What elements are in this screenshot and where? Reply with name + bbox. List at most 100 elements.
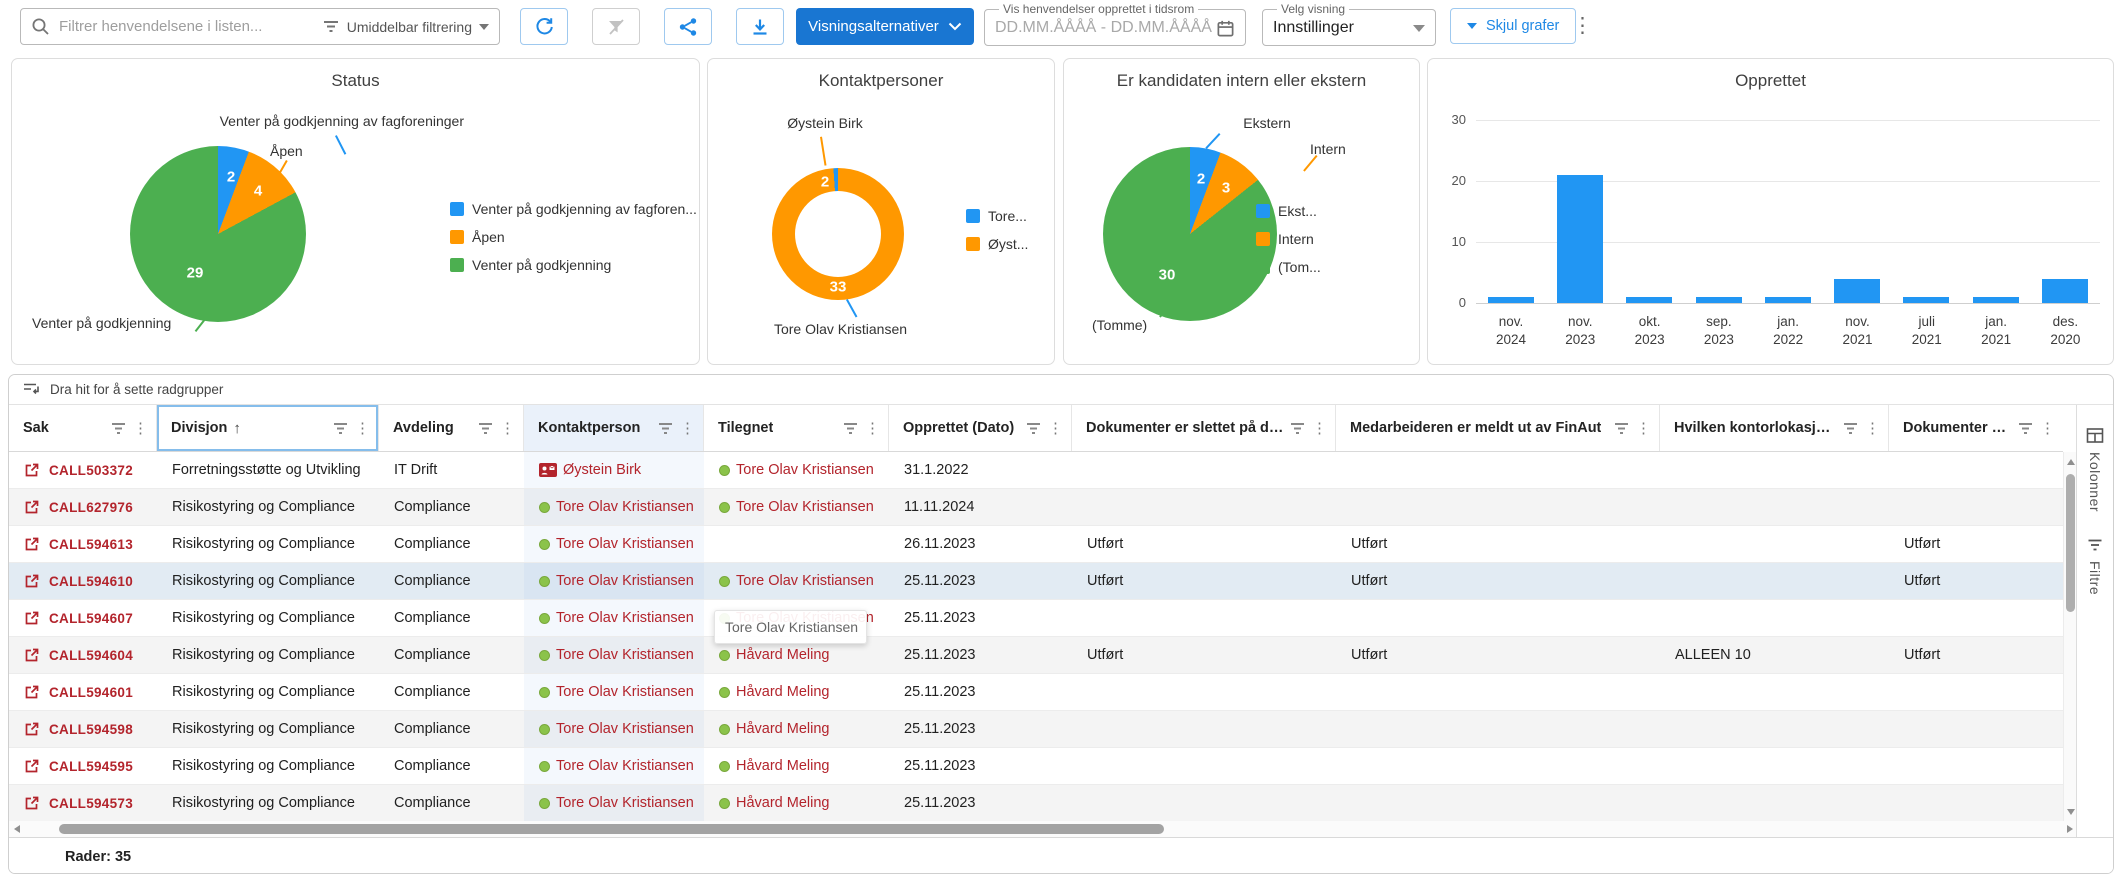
column-header-sak[interactable]: Sak⋮ [9, 405, 157, 451]
table-row-CALL594607[interactable]: CALL594607Risikostyring og ComplianceCom… [9, 600, 2063, 637]
column-menu-icon[interactable]: ⋮ [1312, 419, 1327, 437]
column-filter-icon[interactable] [659, 423, 673, 434]
cell-kontaktperson[interactable]: Tore Olav Kristiansen [524, 526, 704, 562]
table-row-CALL594613[interactable]: CALL594613Risikostyring og ComplianceCom… [9, 526, 2063, 563]
bar-nov.-2021[interactable] [1834, 279, 1880, 303]
legend-item[interactable]: Øyst... [966, 234, 1028, 254]
scroll-down-icon[interactable] [2067, 809, 2075, 815]
person-link[interactable]: Håvard Meling [736, 684, 830, 700]
row-group-dropzone[interactable]: Dra hit for å sette radgrupper [9, 375, 2113, 405]
person-link[interactable]: Tore Olav Kristiansen [556, 684, 694, 700]
calendar-icon[interactable] [1216, 19, 1235, 38]
table-row-CALL594601[interactable]: CALL594601Risikostyring og ComplianceCom… [9, 674, 2063, 711]
cell-sak[interactable]: CALL594573 [9, 785, 157, 821]
person-link[interactable]: Tore Olav Kristiansen [736, 499, 874, 515]
download-button[interactable] [736, 8, 784, 45]
intern-extern-pie-chart[interactable] [1103, 147, 1277, 321]
case-link[interactable]: CALL627976 [49, 500, 133, 515]
clear-filter-button[interactable] [592, 8, 640, 45]
column-menu-icon[interactable]: ⋮ [1048, 419, 1063, 437]
person-link[interactable]: Tore Olav Kristiansen [736, 462, 874, 478]
columns-tool-button[interactable]: Kolonner [2086, 427, 2104, 512]
table-row-CALL594573[interactable]: CALL594573Risikostyring og ComplianceCom… [9, 785, 2063, 821]
column-header-opprettet[interactable]: Opprettet (Dato)⋮ [889, 405, 1072, 451]
column-filter-icon[interactable] [844, 423, 858, 434]
cell-kontaktperson[interactable]: Tore Olav Kristiansen [524, 785, 704, 821]
column-filter-icon[interactable] [1027, 423, 1041, 434]
column-menu-icon[interactable]: ⋮ [680, 419, 695, 437]
bar-jan.-2021[interactable] [1973, 297, 2019, 303]
column-header-kontorlokasjon[interactable]: Hvilken kontorlokasjon s...⋮ [1660, 405, 1889, 451]
case-link[interactable]: CALL594607 [49, 611, 133, 626]
view-select-field[interactable]: Velg visning Innstillinger [1262, 2, 1436, 46]
bar-sep.-2023[interactable] [1696, 297, 1742, 303]
cell-tilegnet[interactable]: Håvard Meling [704, 785, 889, 821]
column-filter-icon[interactable] [334, 423, 348, 434]
person-link[interactable]: Håvard Meling [736, 758, 830, 774]
column-header-avdeling[interactable]: Avdeling⋮ [379, 405, 524, 451]
cell-sak[interactable]: CALL594604 [9, 637, 157, 673]
case-link[interactable]: CALL594573 [49, 796, 133, 811]
person-link[interactable]: Tore Olav Kristiansen [736, 573, 874, 589]
column-filter-icon[interactable] [479, 423, 493, 434]
date-range-field[interactable]: Vis henvendelser opprettet i tidsrom DD.… [984, 2, 1246, 46]
scroll-up-icon[interactable] [2067, 459, 2075, 465]
person-link[interactable]: Håvard Meling [736, 647, 830, 663]
cell-tilegnet[interactable]: Håvard Meling [704, 748, 889, 784]
table-row-CALL627976[interactable]: CALL627976Risikostyring og ComplianceCom… [9, 489, 2063, 526]
table-row-CALL594598[interactable]: CALL594598Risikostyring og ComplianceCom… [9, 711, 2063, 748]
cell-kontaktperson[interactable]: Tore Olav Kristiansen [524, 637, 704, 673]
more-options-menu[interactable]: ⋮ [1572, 12, 1593, 40]
bar-nov.-2023[interactable] [1557, 175, 1603, 303]
column-filter-icon[interactable] [2019, 423, 2033, 434]
bar-nov.-2024[interactable] [1488, 297, 1534, 303]
cell-kontaktperson[interactable]: Tore Olav Kristiansen [524, 748, 704, 784]
cell-kontaktperson[interactable]: Øystein Birk [524, 452, 704, 488]
person-link[interactable]: Håvard Meling [736, 795, 830, 811]
bar-des.-2020[interactable] [2042, 279, 2088, 303]
cell-sak[interactable]: CALL594598 [9, 711, 157, 747]
table-row-CALL594595[interactable]: CALL594595Risikostyring og ComplianceCom… [9, 748, 2063, 785]
legend-item[interactable]: Ekst... [1256, 201, 1321, 221]
legend-item[interactable]: Venter på godkjenning [450, 255, 697, 275]
person-link[interactable]: Tore Olav Kristiansen [556, 721, 694, 737]
cell-kontaktperson[interactable]: Tore Olav Kristiansen [524, 563, 704, 599]
cell-sak[interactable]: CALL627976 [9, 489, 157, 525]
bar-okt.-2023[interactable] [1626, 297, 1672, 303]
instant-filter-dropdown[interactable]: Umiddelbar filtrering [324, 19, 489, 35]
hide-charts-button[interactable]: Skjul grafer [1450, 8, 1576, 44]
person-link[interactable]: Håvard Meling [736, 721, 830, 737]
person-link[interactable]: Tore Olav Kristiansen [556, 536, 694, 552]
legend-item[interactable]: Venter på godkjenning av fagforen... [450, 199, 697, 219]
person-link[interactable]: Tore Olav Kristiansen [556, 499, 694, 515]
column-header-kontaktperson[interactable]: Kontaktperson⋮ [524, 405, 704, 451]
column-header-meldt_ut_finaut[interactable]: Medarbeideren er meldt ut av FinAut⋮ [1336, 405, 1660, 451]
column-menu-icon[interactable]: ⋮ [865, 419, 880, 437]
vertical-scroll-thumb[interactable] [2066, 474, 2075, 612]
scroll-right-icon[interactable] [2067, 825, 2073, 833]
cell-sak[interactable]: CALL594613 [9, 526, 157, 562]
case-link[interactable]: CALL594601 [49, 685, 133, 700]
column-menu-icon[interactable]: ⋮ [1636, 419, 1651, 437]
person-link[interactable]: Øystein Birk [563, 462, 641, 478]
column-filter-icon[interactable] [1291, 423, 1305, 434]
case-link[interactable]: CALL594613 [49, 537, 133, 552]
horizontal-scrollbar[interactable] [9, 821, 2078, 837]
person-link[interactable]: Tore Olav Kristiansen [556, 795, 694, 811]
legend-item[interactable]: Åpen [450, 227, 697, 247]
bar-juli-2021[interactable] [1903, 297, 1949, 303]
column-filter-icon[interactable] [112, 423, 126, 434]
search-input[interactable]: Filtrer henvendelsene i listen... Umidde… [20, 8, 500, 45]
person-link[interactable]: Tore Olav Kristiansen [556, 647, 694, 663]
column-header-dok_slettet[interactable]: Dokumenter er slettet på disk⋮ [1072, 405, 1336, 451]
column-menu-icon[interactable]: ⋮ [133, 419, 148, 437]
case-link[interactable]: CALL594598 [49, 722, 133, 737]
case-link[interactable]: CALL594610 [49, 574, 133, 589]
scroll-left-icon[interactable] [14, 825, 20, 833]
case-link[interactable]: CALL594595 [49, 759, 133, 774]
column-header-divisjon[interactable]: Divisjon↑⋮ [157, 405, 379, 451]
legend-item[interactable]: Intern [1256, 229, 1321, 249]
filters-tool-button[interactable]: Filtre [2087, 538, 2103, 595]
person-link[interactable]: Tore Olav Kristiansen [556, 758, 694, 774]
cell-kontaktperson[interactable]: Tore Olav Kristiansen [524, 711, 704, 747]
